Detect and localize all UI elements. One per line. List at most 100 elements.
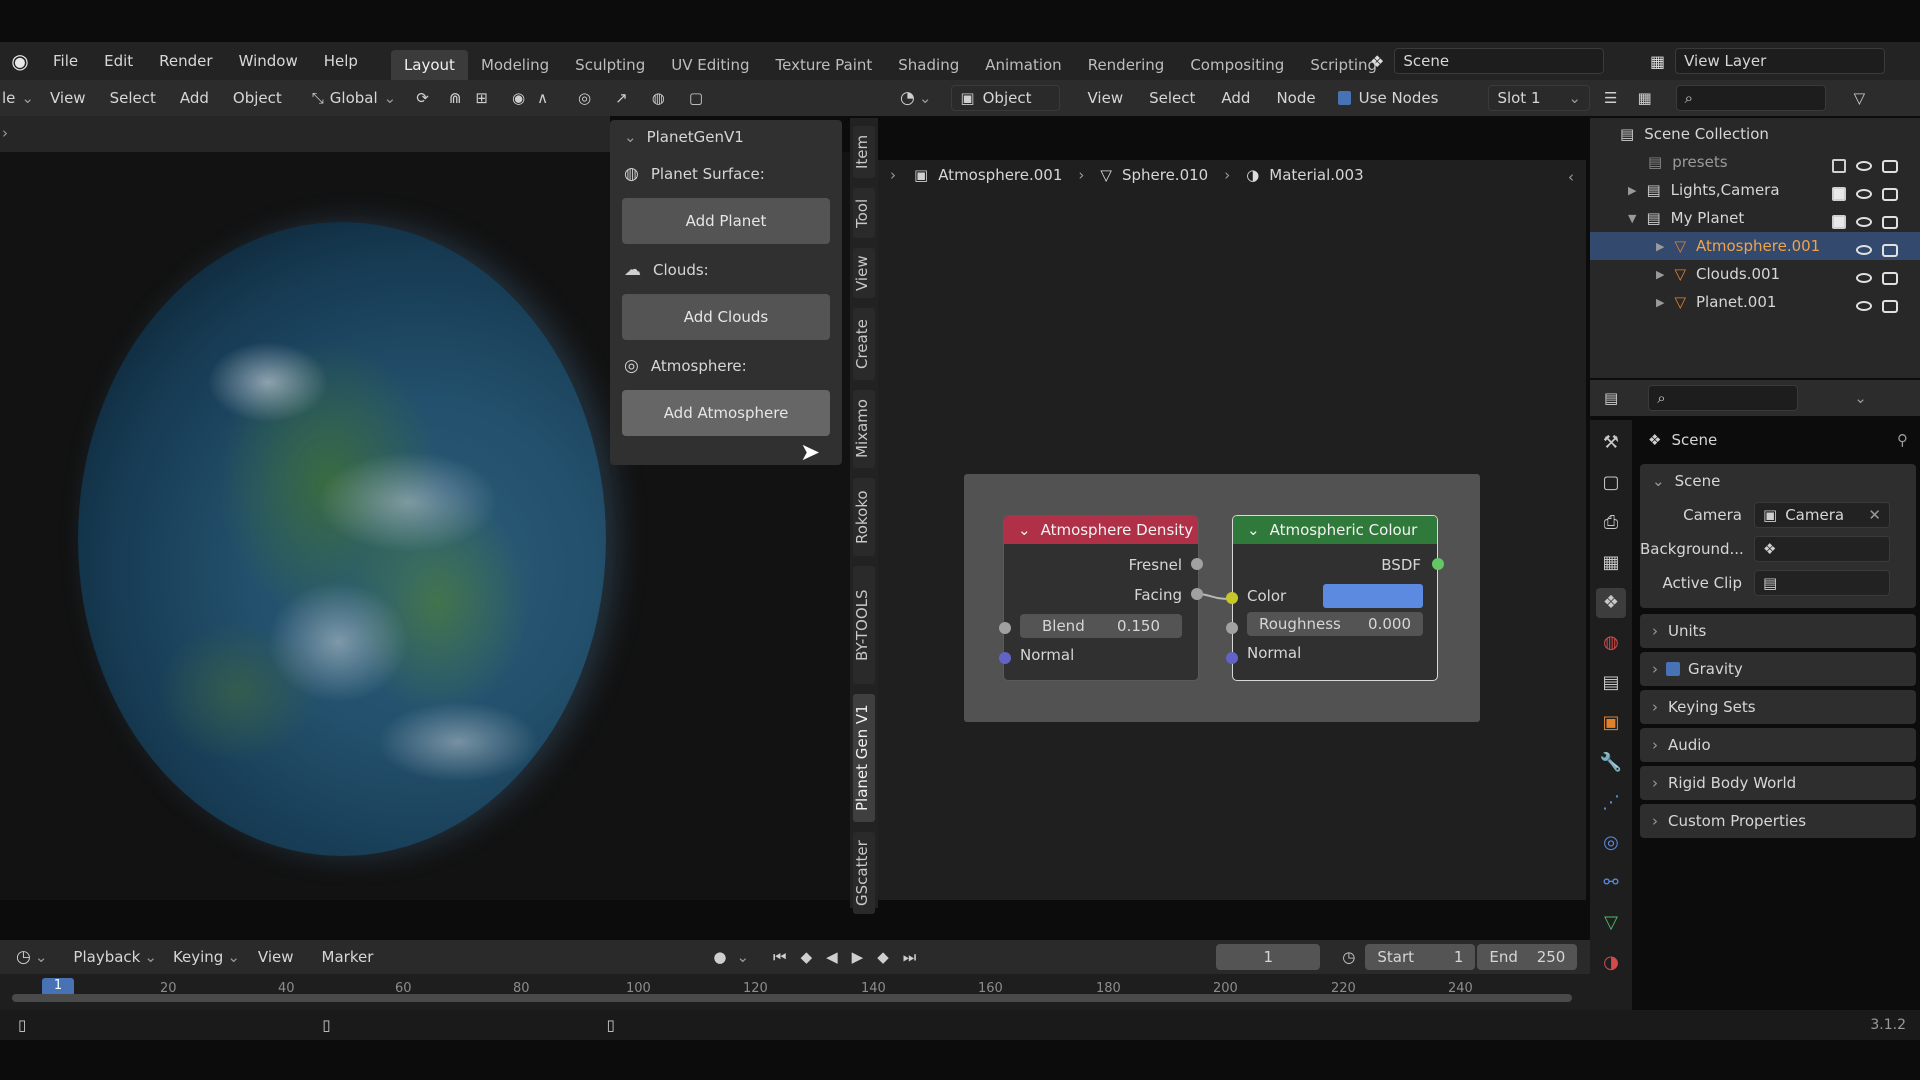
exclude-checkbox[interactable] xyxy=(1832,187,1846,201)
fresnel-socket[interactable] xyxy=(1191,558,1203,570)
chevron-right-icon[interactable]: › xyxy=(2,124,8,142)
tab-view[interactable]: View xyxy=(853,248,875,298)
tab-tool[interactable]: Tool xyxy=(853,188,875,238)
gizmo-icon[interactable]: ↗ xyxy=(615,89,628,107)
units-panel[interactable]: › Units xyxy=(1640,614,1916,648)
timeline-editor-icon[interactable]: ◷ xyxy=(16,947,31,967)
normal-socket[interactable] xyxy=(999,652,1011,664)
falloff-icon[interactable]: ∧ xyxy=(537,89,548,107)
facing-socket[interactable] xyxy=(1191,588,1203,600)
blender-logo-icon[interactable]: ◉ xyxy=(0,49,40,73)
gravity-checkbox[interactable] xyxy=(1666,662,1680,676)
particles-tab-icon[interactable]: ⋰ xyxy=(1596,788,1626,818)
outliner-editor-icon[interactable]: ☰ xyxy=(1604,89,1617,107)
keying-sets-panel[interactable]: › Keying Sets xyxy=(1640,690,1916,724)
audio-panel[interactable]: › Audio xyxy=(1640,728,1916,762)
tab-modeling[interactable]: Modeling xyxy=(468,50,562,80)
eye-icon[interactable] xyxy=(1856,161,1872,171)
eye-icon[interactable] xyxy=(1856,189,1872,199)
roughness-field[interactable]: Roughness 0.000 xyxy=(1247,612,1423,636)
atmospheric-colour-node[interactable]: ⌄ Atmospheric Colour BSDF Color Roughnes… xyxy=(1232,515,1438,681)
node-menu-node[interactable]: Node xyxy=(1276,89,1315,107)
menu-help[interactable]: Help xyxy=(311,52,371,70)
eye-icon[interactable] xyxy=(1856,273,1872,283)
view-layer-selector[interactable]: ▦ View Layer xyxy=(1650,48,1886,74)
camera-icon[interactable] xyxy=(1882,243,1898,257)
transform-orientation-dropdown[interactable]: Global xyxy=(330,89,378,107)
pivot-icon[interactable]: ⟳ xyxy=(416,89,429,107)
blend-field[interactable]: Blend 0.150 xyxy=(1020,614,1182,638)
exclude-checkbox[interactable] xyxy=(1832,159,1846,173)
eye-icon[interactable] xyxy=(1856,301,1872,311)
jump-start-icon[interactable]: ⏮ xyxy=(773,948,787,966)
jump-end-icon[interactable]: ⏭ xyxy=(903,948,917,966)
gravity-panel[interactable]: › Gravity xyxy=(1640,652,1916,686)
tab-rokoko[interactable]: Rokoko xyxy=(853,478,875,556)
proportional-edit-icon[interactable]: ◉ xyxy=(512,89,525,107)
scene-field[interactable]: Scene xyxy=(1394,48,1605,74)
data-tab-icon[interactable]: ▽ xyxy=(1596,908,1626,938)
rigid-body-world-panel[interactable]: › Rigid Body World xyxy=(1640,766,1916,800)
expand-arrow-icon[interactable]: ▶ xyxy=(1628,184,1636,197)
add-clouds-button[interactable]: Add Clouds xyxy=(622,294,830,340)
display-mode-icon[interactable]: ▦ xyxy=(1637,89,1651,107)
view-layer-tab-icon[interactable]: ▦ xyxy=(1596,548,1626,578)
constraints-tab-icon[interactable]: ⚯ xyxy=(1596,868,1626,898)
close-icon[interactable]: ✕ xyxy=(1868,506,1881,524)
start-frame-field[interactable]: Start 1 xyxy=(1365,944,1476,970)
color-socket[interactable] xyxy=(1226,592,1238,604)
xray-icon[interactable]: ▢ xyxy=(689,89,703,107)
tab-item[interactable]: Item xyxy=(853,126,875,178)
bsdf-socket[interactable] xyxy=(1432,558,1444,570)
panel-header[interactable]: ⌄ PlanetGenV1 xyxy=(610,120,842,154)
tab-texture-paint[interactable]: Texture Paint xyxy=(762,50,885,80)
camera-icon[interactable] xyxy=(1882,299,1898,313)
normal-socket[interactable] xyxy=(1226,652,1238,664)
material-tab-icon[interactable]: ◑ xyxy=(1596,948,1626,978)
editor-type-icon[interactable]: ◔ xyxy=(900,88,915,108)
menu-render[interactable]: Render xyxy=(146,52,225,70)
render-tab-icon[interactable]: ▢ xyxy=(1596,468,1626,498)
viewport-menu-select[interactable]: Select xyxy=(110,89,156,107)
tab-create[interactable]: Create xyxy=(853,308,875,380)
eye-icon[interactable] xyxy=(1856,217,1872,227)
filter-icon[interactable]: ▽ xyxy=(1854,89,1866,107)
pin-icon[interactable]: ⚲ xyxy=(1897,431,1908,449)
tab-gscatter[interactable]: GScatter xyxy=(853,832,875,914)
viewport-menu-add[interactable]: Add xyxy=(180,89,209,107)
slot-dropdown[interactable]: Slot 1 ⌄ xyxy=(1488,85,1590,111)
eye-icon[interactable] xyxy=(1856,245,1872,255)
output-tab-icon[interactable]: ⎙ xyxy=(1596,508,1626,538)
physics-tab-icon[interactable]: ◎ xyxy=(1596,828,1626,858)
chevron-left-icon[interactable]: ‹ xyxy=(1568,168,1574,186)
timeline-menu-playback[interactable]: Playback xyxy=(73,948,140,966)
color-swatch[interactable] xyxy=(1323,584,1423,608)
node-menu-add[interactable]: Add xyxy=(1221,89,1250,107)
properties-editor-icon[interactable]: ▤ xyxy=(1604,389,1618,407)
node-menu-view[interactable]: View xyxy=(1088,89,1124,107)
camera-icon[interactable] xyxy=(1882,271,1898,285)
tool-tab-icon[interactable]: ⚒ xyxy=(1596,428,1626,458)
tab-sculpting[interactable]: Sculpting xyxy=(562,50,658,80)
play-reverse-icon[interactable]: ◀ xyxy=(826,948,838,966)
scene-selector[interactable]: ❖ Scene xyxy=(1370,48,1605,74)
shader-type-dropdown[interactable]: ▣ Object xyxy=(951,85,1060,111)
node-header[interactable]: ⌄ Atmosphere Density xyxy=(1004,516,1198,544)
expand-arrow-icon[interactable]: ▶ xyxy=(1656,268,1664,281)
stopwatch-icon[interactable]: ◷ xyxy=(1342,948,1355,966)
menu-file[interactable]: File xyxy=(40,52,91,70)
scene-panel-header[interactable]: ⌄ Scene xyxy=(1640,464,1916,498)
record-icon[interactable]: ● xyxy=(713,948,726,966)
background-field[interactable]: ❖ xyxy=(1754,536,1890,562)
properties-search-input[interactable]: ⌕ xyxy=(1648,385,1799,411)
blend-socket[interactable] xyxy=(999,622,1011,634)
object-tab-icon[interactable]: ▣ xyxy=(1596,708,1626,738)
tab-rendering[interactable]: Rendering xyxy=(1075,50,1178,80)
expand-arrow-icon[interactable]: ▶ xyxy=(1656,240,1664,253)
atmosphere-density-node[interactable]: ⌄ Atmosphere Density Fresnel Facing Blen… xyxy=(1003,515,1199,681)
tab-mixamo[interactable]: Mixamo xyxy=(853,390,875,468)
roughness-socket[interactable] xyxy=(1226,622,1238,634)
timeline-menu-keying[interactable]: Keying xyxy=(173,948,223,966)
scene-tab-icon[interactable]: ❖ xyxy=(1596,588,1626,618)
tab-planet-gen-v1[interactable]: Planet Gen V1 xyxy=(853,694,875,822)
